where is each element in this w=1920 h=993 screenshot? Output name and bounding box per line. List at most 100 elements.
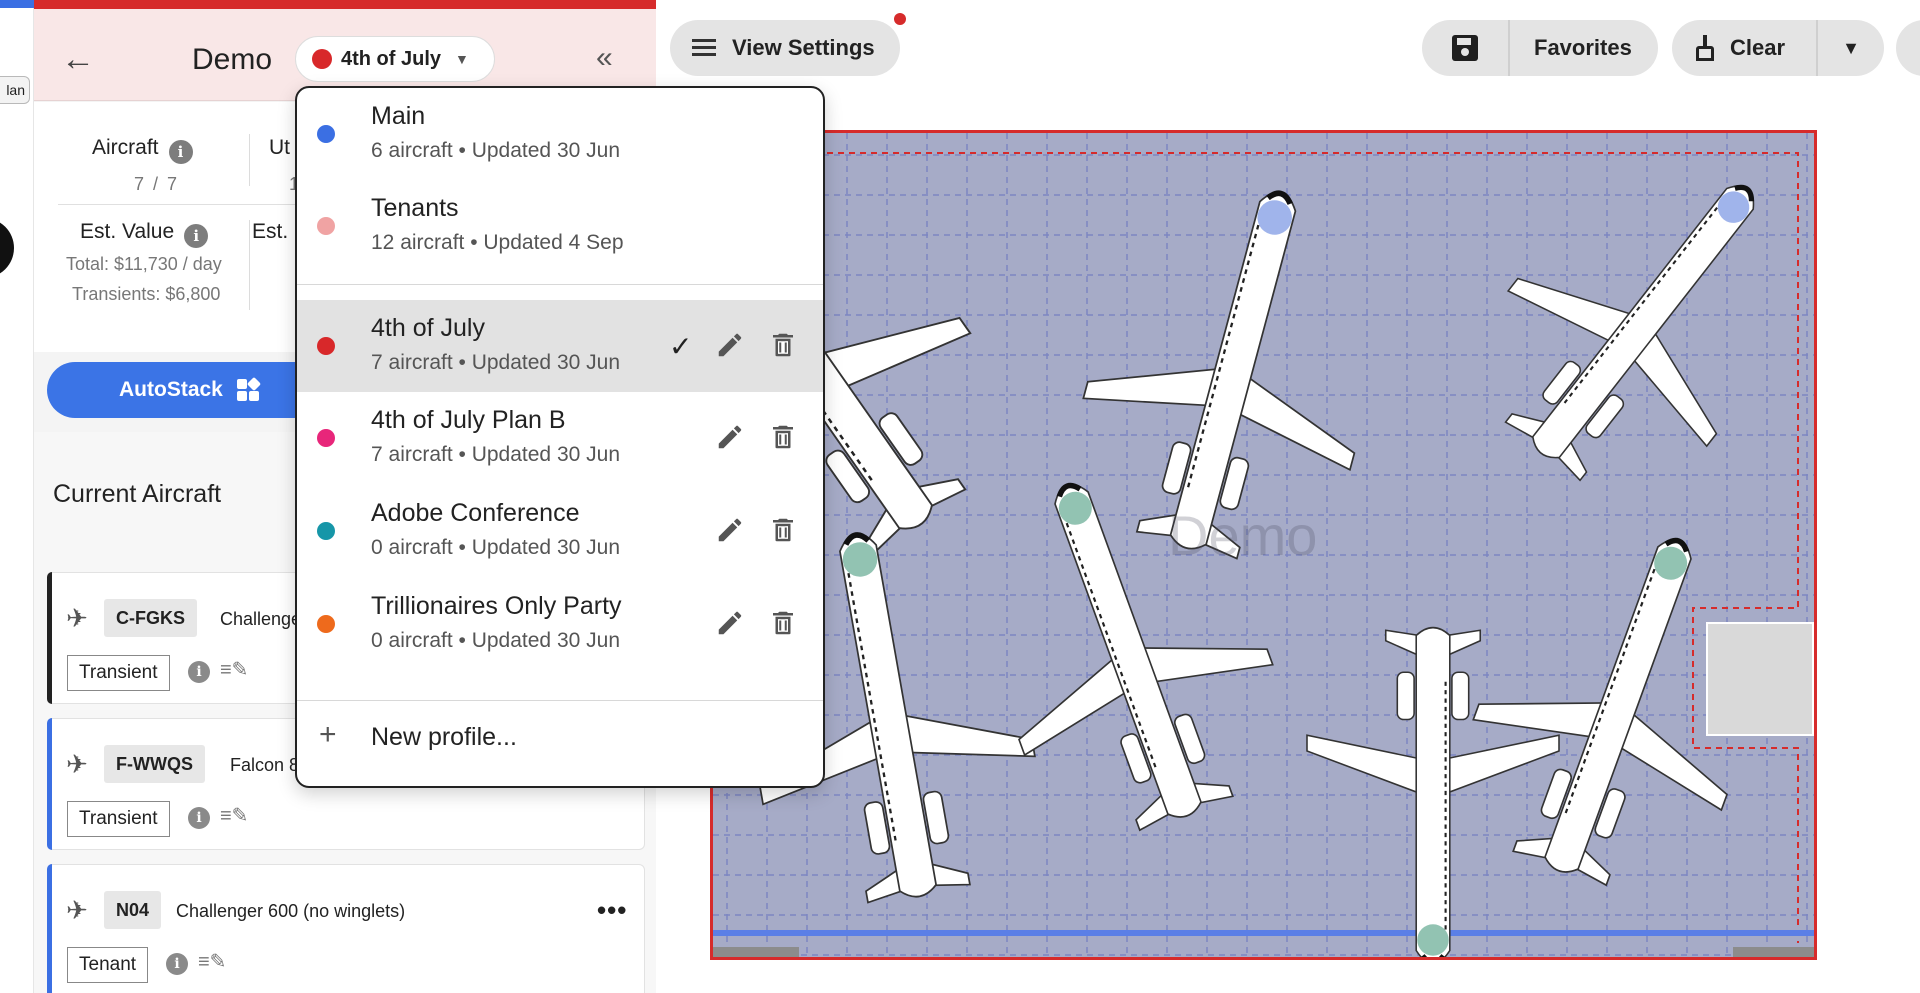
profile-color-dot [312, 49, 332, 69]
aircraft-stat-text: Aircraft [92, 136, 159, 159]
profile-meta: 7 aircraft • Updated 30 Jun [371, 351, 620, 374]
profile-color-dot [317, 615, 335, 633]
profile-name: 4th of July [371, 314, 485, 342]
chevron-down-icon: ▼ [1842, 37, 1860, 58]
est-value-label: Est. Value i [80, 220, 209, 248]
aircraft-type-tag[interactable]: Tenant [67, 947, 149, 983]
profile-selector-label: 4th of July [341, 47, 442, 70]
sliders-icon [692, 37, 716, 59]
collapse-panel-icon[interactable]: « [596, 43, 613, 73]
pencil-icon[interactable] [715, 422, 745, 452]
trash-icon[interactable] [768, 422, 798, 452]
view-settings-label: View Settings [732, 35, 875, 60]
profile-option[interactable]: 4th of July Plan B 7 aircraft • Updated 3… [297, 392, 823, 484]
menu-divider [297, 700, 823, 701]
profile-meta: 6 aircraft • Updated 30 Jun [371, 139, 620, 162]
aircraft-model: Falcon 8 [230, 755, 300, 775]
profile-name: Tenants [371, 194, 459, 222]
stat-divider-v2 [249, 220, 250, 310]
edge-avatar[interactable] [0, 218, 14, 278]
menu-divider [297, 284, 823, 285]
left-edge-strip: lan [0, 0, 34, 993]
notes-icon[interactable]: ≡✎ [220, 657, 248, 682]
info-icon[interactable]: i [188, 661, 210, 683]
back-arrow-icon[interactable]: ← [58, 39, 98, 79]
profile-selector-button[interactable]: 4th of July ▼ [295, 36, 495, 82]
more-options-icon[interactable]: ••• [597, 895, 627, 926]
card-accent [47, 864, 52, 993]
card-accent [47, 718, 52, 850]
notes-icon[interactable]: ≡✎ [220, 803, 248, 828]
aircraft-stat-label: Aircraft i [92, 136, 193, 164]
clear-button[interactable]: Clear [1672, 20, 1818, 76]
tail-number: F-WWQS [104, 745, 205, 783]
obstruction-block [1706, 622, 1814, 736]
checkmark-icon: ✓ [669, 331, 693, 362]
airplane-icon: ✈ [66, 603, 88, 633]
est-value-transients: Transients: $6,800 [72, 284, 221, 304]
profile-option[interactable]: Tenants 12 aircraft • Updated 4 Sep [297, 180, 823, 272]
profile-color-dot [317, 217, 335, 235]
profile-option[interactable]: Trillionaires Only Party 0 aircraft • Upd… [297, 578, 823, 670]
profile-name: Trillionaires Only Party [371, 592, 622, 620]
autostack-grid-icon [236, 376, 261, 401]
new-profile-label: New profile... [371, 723, 517, 751]
door-track [713, 947, 799, 957]
save-icon [1452, 35, 1478, 61]
hangar-canvas[interactable]: Demo [710, 130, 1817, 960]
est-second-label: Est. [252, 220, 289, 243]
aircraft-stat-value: 7 / 7 [134, 174, 180, 194]
edge-accent-bar [0, 0, 34, 8]
profile-option[interactable]: 4th of July 7 aircraft • Updated 30 Jun ✓ [297, 300, 823, 392]
tail-number: C-FGKS [104, 599, 197, 637]
info-icon[interactable]: i [168, 140, 193, 164]
est-value-total: Total: $11,730 / day [66, 254, 222, 274]
airplane-icon: ✈ [66, 895, 88, 925]
est-value-text: Est. Value [80, 220, 175, 243]
trash-icon[interactable] [768, 330, 798, 360]
edge-plan-chip[interactable]: lan [0, 76, 30, 104]
clear-label: Clear [1730, 35, 1786, 60]
view-settings-button[interactable]: View Settings [670, 20, 900, 76]
app-root: lan ← Demo 4th of July ▼ « Aircraft i 7 /… [0, 0, 1920, 993]
autostack-label: AutoStack [119, 378, 223, 401]
trash-icon[interactable] [768, 515, 798, 545]
profile-name: Adobe Conference [371, 499, 580, 527]
trash-icon[interactable] [768, 608, 798, 638]
door-track [1733, 947, 1814, 957]
utilization-stat-label: Ut [269, 136, 290, 159]
pencil-icon[interactable] [715, 608, 745, 638]
info-icon[interactable]: i [166, 953, 188, 975]
pencil-icon[interactable] [715, 515, 745, 545]
aircraft-type-tag[interactable]: Transient [67, 655, 170, 691]
notification-dot [894, 13, 906, 25]
profile-color-dot [317, 125, 335, 143]
save-favorites-group: Favorites [1422, 20, 1658, 76]
aircraft-type-tag[interactable]: Transient [67, 801, 170, 837]
chevron-down-icon: ▼ [455, 51, 469, 67]
profile-name: 4th of July Plan B [371, 406, 566, 434]
hangar-watermark: Demo [1168, 504, 1318, 567]
clear-group: Clear ▼ [1672, 20, 1884, 76]
aircraft-model: Challenge [220, 609, 302, 629]
profile-meta: 12 aircraft • Updated 4 Sep [371, 231, 624, 254]
info-icon[interactable]: i [188, 807, 210, 829]
page-title: Demo [192, 43, 273, 76]
pencil-icon[interactable] [715, 330, 745, 360]
profile-color-bar [34, 0, 656, 9]
notes-icon[interactable]: ≡✎ [198, 949, 226, 974]
aircraft-model: Challenger 600 (no winglets) [176, 901, 406, 921]
aircraft-card[interactable]: ✈ N04 Challenger 600 (no winglets) ••• T… [47, 864, 645, 993]
profile-dropdown-menu: Main 6 aircraft • Updated 30 Jun Tenants 12… [295, 86, 825, 788]
favorites-button[interactable]: Favorites [1510, 35, 1656, 61]
profile-color-dot [317, 522, 335, 540]
profile-option[interactable]: Main 6 aircraft • Updated 30 Jun [297, 88, 823, 180]
info-icon[interactable]: i [184, 224, 209, 248]
profile-meta: 0 aircraft • Updated 30 Jun [371, 536, 620, 559]
overflow-toolbar-button[interactable] [1896, 20, 1920, 76]
save-button[interactable] [1422, 20, 1510, 76]
new-profile-button[interactable]: + New profile... [297, 702, 823, 772]
profile-option[interactable]: Adobe Conference 0 aircraft • Updated 30 … [297, 485, 823, 577]
clear-options-dropdown[interactable]: ▼ [1818, 38, 1884, 59]
profile-name: Main [371, 102, 426, 130]
